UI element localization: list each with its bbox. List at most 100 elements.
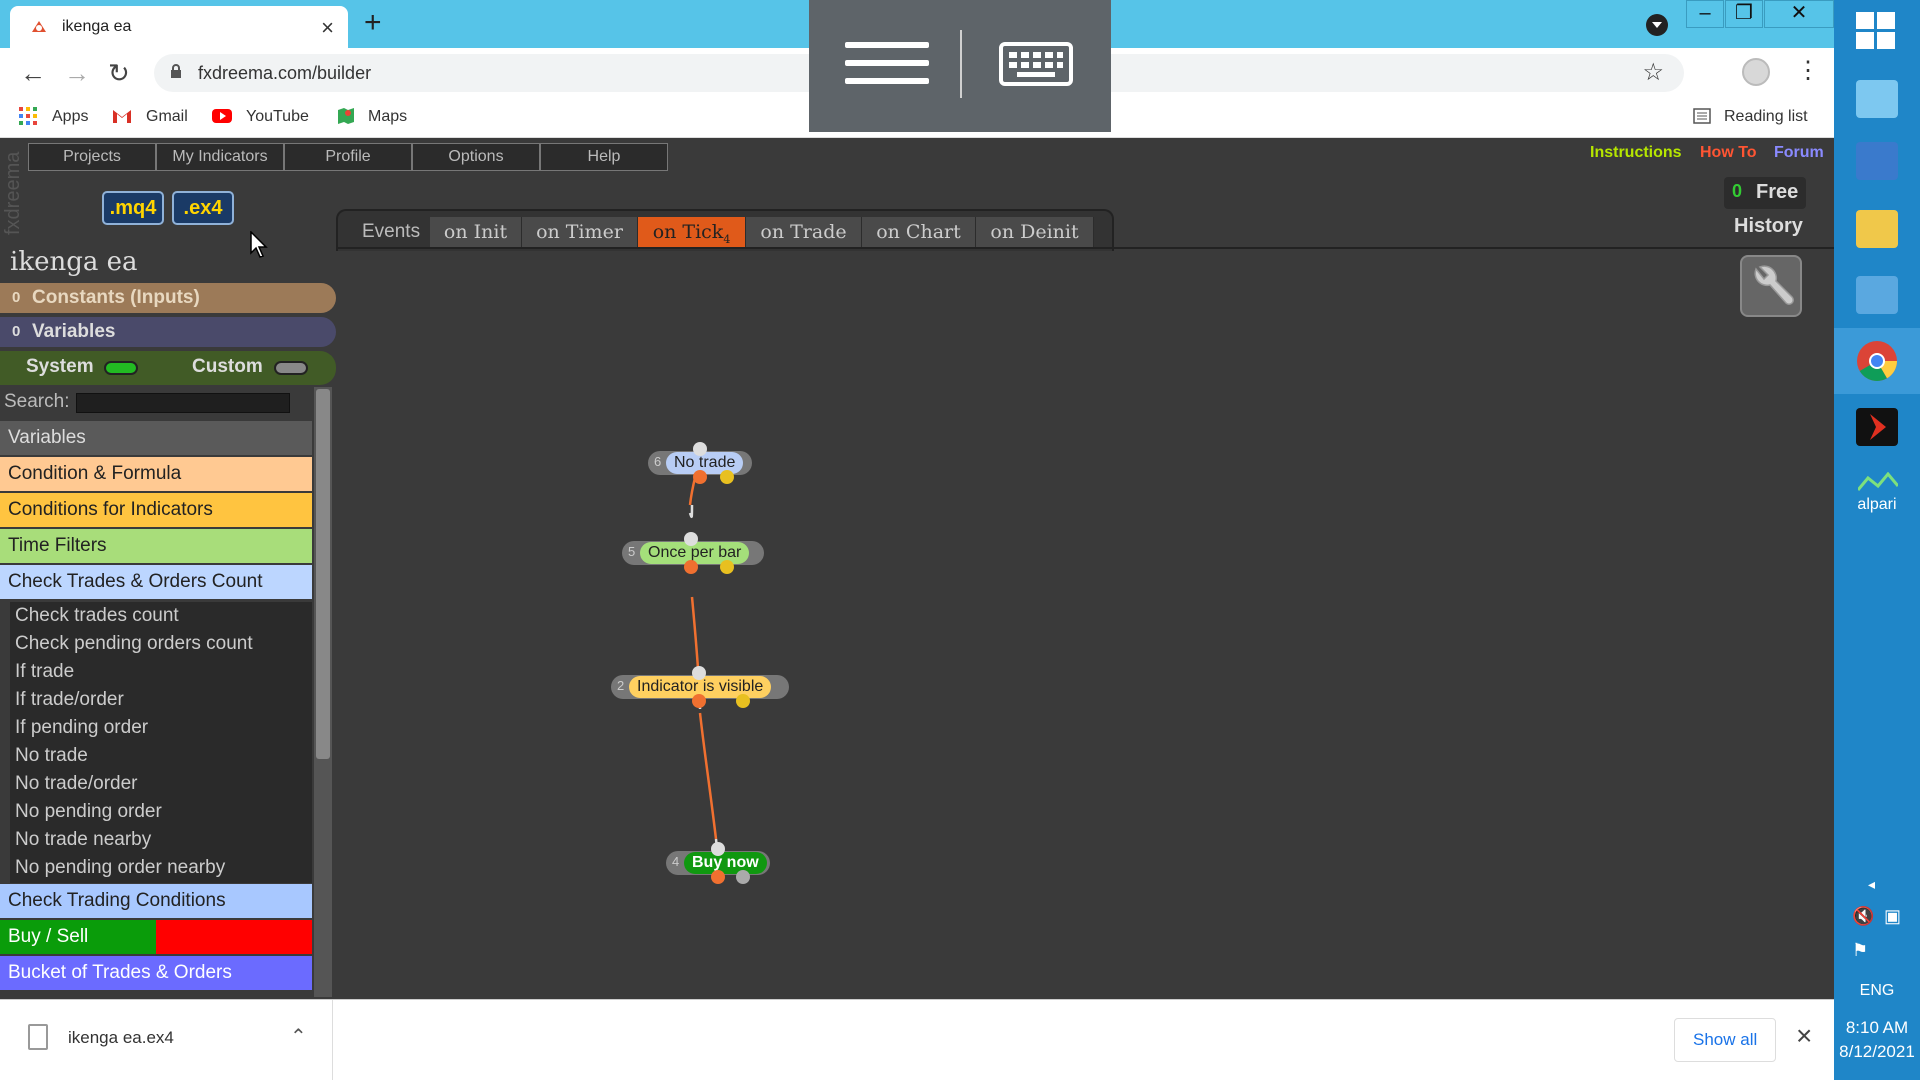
export-mq4-button[interactable]: .mq4 <box>102 191 164 225</box>
bookmark-gmail[interactable]: Gmail <box>146 108 188 126</box>
alpari-logo-icon <box>1858 472 1898 491</box>
restore-button[interactable]: ❐ <box>1725 0 1763 28</box>
constants-section[interactable]: 0 Constants (Inputs) <box>0 283 336 313</box>
input-language[interactable]: ENG <box>1834 982 1920 1000</box>
sidebar-scroll-thumb[interactable] <box>316 389 330 759</box>
forward-icon[interactable]: → <box>64 58 90 89</box>
block-if-trade-order[interactable]: If trade/order <box>12 686 312 713</box>
input-dot[interactable] <box>693 442 707 456</box>
tab-on-trade[interactable]: on Trade <box>746 217 862 247</box>
block-no-pending-order-nearby[interactable]: No pending order nearby <box>12 854 312 881</box>
instructions-link[interactable]: Instructions <box>1590 144 1682 162</box>
network-icon[interactable]: ▣ <box>1884 906 1901 927</box>
free-label: Free <box>1756 181 1799 203</box>
tab-on-init[interactable]: on Init <box>430 217 522 247</box>
block-if-pending-order[interactable]: If pending order <box>12 714 312 741</box>
system-toggle[interactable] <box>104 361 138 375</box>
bookmark-star-icon[interactable]: ☆ <box>1642 58 1664 87</box>
keyboard-icon[interactable] <box>999 42 1073 86</box>
block-check-trades-count[interactable]: Check trades count <box>12 602 312 629</box>
custom-toggle[interactable] <box>274 361 308 375</box>
tab-on-deinit[interactable]: on Deinit <box>976 217 1094 247</box>
category-check-trades-orders-count[interactable]: Check Trades & Orders Count <box>0 565 312 599</box>
bookmark-youtube[interactable]: YouTube <box>246 108 309 126</box>
browser-menu-icon[interactable]: ⋮ <box>1796 56 1820 85</box>
search-label: Search: <box>4 391 70 412</box>
start-button[interactable] <box>1834 0 1920 66</box>
search-input[interactable] <box>76 393 290 413</box>
taskbar-metatrader[interactable] <box>1834 394 1920 460</box>
output-dot[interactable] <box>720 560 734 574</box>
bookmark-apps[interactable]: Apps <box>52 108 88 126</box>
category-bucket-trades-orders[interactable]: Bucket of Trades & Orders <box>0 956 312 990</box>
block-no-pending-order[interactable]: No pending order <box>12 798 312 825</box>
export-ex4-button[interactable]: .ex4 <box>172 191 234 225</box>
tab-on-tick[interactable]: on Tick4 <box>638 217 746 247</box>
forum-link[interactable]: Forum <box>1774 144 1824 162</box>
category-buy-sell[interactable]: Buy / Sell <box>0 920 312 954</box>
variables-section[interactable]: 0 Variables <box>0 317 336 347</box>
block-if-trade[interactable]: If trade <box>12 658 312 685</box>
new-tab-button[interactable]: + <box>364 6 382 40</box>
show-all-button[interactable]: Show all <box>1674 1018 1777 1062</box>
input-dot[interactable] <box>684 532 698 546</box>
taskbar-app-4[interactable] <box>1834 262 1920 328</box>
input-dot[interactable] <box>692 666 706 680</box>
input-dot[interactable] <box>711 842 725 856</box>
close-window-button[interactable]: ✕ <box>1764 0 1834 28</box>
volume-muted-icon[interactable]: 🔇 <box>1852 906 1874 927</box>
system-custom-toggle-row: System Custom <box>0 351 336 385</box>
howto-link[interactable]: How To <box>1700 144 1757 162</box>
output-dot[interactable] <box>736 870 750 884</box>
block-no-trade[interactable]: No trade <box>12 742 312 769</box>
output-dot[interactable] <box>736 694 750 708</box>
history-link[interactable]: History <box>1734 215 1803 238</box>
category-time-filters[interactable]: Time Filters <box>0 529 312 563</box>
category-condition-formula[interactable]: Condition & Formula <box>0 457 312 491</box>
output-dot[interactable] <box>692 694 706 708</box>
extension-icon[interactable] <box>1742 58 1770 86</box>
taskbar-alpari[interactable] <box>1834 462 1920 528</box>
tab-title: ikenga ea <box>62 18 132 35</box>
menu-options[interactable]: Options <box>412 143 540 171</box>
category-variables[interactable]: Variables <box>0 421 312 455</box>
category-check-trading-conditions[interactable]: Check Trading Conditions <box>0 884 312 918</box>
taskbar-app-1[interactable] <box>1834 66 1920 132</box>
minimize-button[interactable]: – <box>1686 0 1724 28</box>
browser-tab[interactable]: ikenga ea × <box>10 6 348 48</box>
bookmark-maps[interactable]: Maps <box>368 108 407 126</box>
chevron-up-icon[interactable]: ⌃ <box>290 1024 307 1049</box>
clock-date[interactable]: 8/12/2021 <box>1834 1042 1920 1062</box>
wrench-tool-icon[interactable] <box>1740 255 1802 317</box>
powershell-icon <box>1856 142 1898 180</box>
taskbar-app-2[interactable] <box>1834 128 1920 194</box>
output-dot[interactable] <box>720 470 734 484</box>
tray-expand-icon[interactable]: ◂ <box>1868 876 1875 893</box>
tab-search-icon[interactable] <box>1646 14 1668 36</box>
output-dot[interactable] <box>693 470 707 484</box>
reload-icon[interactable]: ↻ <box>108 58 130 89</box>
output-dot[interactable] <box>711 870 725 884</box>
output-dot[interactable] <box>684 560 698 574</box>
taskbar-app-3[interactable] <box>1834 196 1920 262</box>
close-downloads-icon[interactable]: × <box>1796 1020 1812 1052</box>
menu-projects[interactable]: Projects <box>28 143 156 171</box>
menu-help[interactable]: Help <box>540 143 668 171</box>
reading-list[interactable]: Reading list <box>1724 108 1808 126</box>
block-check-pending-orders-count[interactable]: Check pending orders count <box>12 630 312 657</box>
action-center-flag-icon[interactable]: ⚑ <box>1852 940 1868 961</box>
block-no-trade-order[interactable]: No trade/order <box>12 770 312 797</box>
category-conditions-indicators[interactable]: Conditions for Indicators <box>0 493 312 527</box>
taskbar-chrome[interactable] <box>1834 328 1920 394</box>
tab-on-chart[interactable]: on Chart <box>862 217 976 247</box>
clock-time[interactable]: 8:10 AM <box>1834 1018 1920 1038</box>
menu-my-indicators[interactable]: My Indicators <box>156 143 284 171</box>
download-filename[interactable]: ikenga ea.ex4 <box>68 1028 174 1048</box>
tab-on-timer[interactable]: on Timer <box>522 217 638 247</box>
block-no-trade-nearby[interactable]: No trade nearby <box>12 826 312 853</box>
close-tab-icon[interactable]: × <box>321 15 334 41</box>
hamburger-menu-icon[interactable] <box>845 42 929 96</box>
menu-profile[interactable]: Profile <box>284 143 412 171</box>
back-icon[interactable]: ← <box>20 58 46 89</box>
tab-on-tick-count: 4 <box>723 232 731 246</box>
